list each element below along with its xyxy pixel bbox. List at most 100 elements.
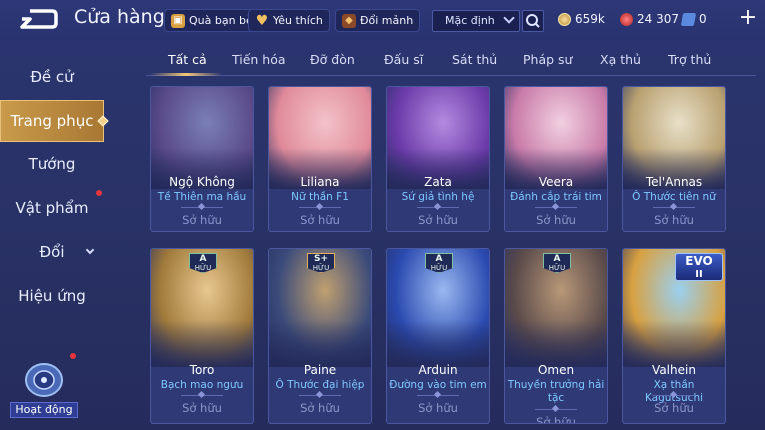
sidebar-item-label: Vật phẩm — [15, 199, 89, 217]
sidebar-item-recommended[interactable]: Đề cử — [0, 57, 104, 97]
owned-status: Sở hữu — [536, 415, 576, 424]
skin-name: Đánh cắp trái tim — [510, 191, 602, 203]
tab-label: Đỡ đòn — [310, 52, 355, 67]
owned-status: Sở hữu — [654, 213, 694, 227]
skin-card[interactable]: PaineÔ Thước đại hiệpSở hữuS+HỮU HẠN — [268, 248, 372, 424]
sidebar-item-heroes[interactable]: Tướng — [0, 144, 104, 184]
page-title: Cửa hàng — [74, 6, 165, 28]
skin-name: Đường vào tim em — [389, 379, 487, 391]
sidebar-item-skins[interactable]: Trang phục — [0, 100, 109, 142]
active-marker-icon — [97, 115, 109, 127]
card-divider — [299, 395, 341, 396]
tab-label: Tiến hóa — [232, 52, 286, 67]
tab-mage[interactable]: Pháp sư — [523, 52, 572, 67]
gold-balance: 659k — [558, 12, 605, 26]
plus-icon: + — [738, 5, 758, 30]
sidebar-item-label: Đổi — [39, 243, 65, 261]
owned-status: Sở hữu — [418, 401, 458, 415]
sidebar: Đề cử Trang phục Tướng Vật phẩm Đổi Hiệu… — [0, 40, 109, 430]
gift-friend-button[interactable]: ▣ Quà bạn bè — [164, 9, 260, 32]
owned-status: Sở hữu — [300, 213, 340, 227]
sidebar-item-effects[interactable]: Hiệu ứng — [0, 276, 104, 316]
skin-card[interactable]: ArduinĐường vào tim emSở hữuAHỮU HẠN — [386, 248, 490, 424]
sidebar-item-exchange[interactable]: Đổi — [0, 232, 104, 272]
hero-name: Tel'Annas — [645, 175, 703, 189]
tab-evolution[interactable]: Tiến hóa — [232, 52, 286, 67]
hero-name: Omen — [537, 363, 575, 377]
shard-icon: ◆ — [342, 13, 356, 28]
tab-label: Đấu sĩ — [384, 52, 424, 67]
sidebar-item-items[interactable]: Vật phẩm — [0, 188, 104, 228]
sidebar-item-label: Trang phục — [10, 112, 94, 130]
owned-status: Sở hữu — [536, 213, 576, 227]
activity-emblem-icon — [25, 363, 63, 397]
skin-card[interactable]: ToroBạch mao ngưuSở hữuAHỮU HẠN — [150, 248, 254, 424]
skin-name: Sứ giả tình hệ — [401, 191, 475, 203]
hero-name: Ngộ Không — [169, 175, 235, 189]
skin-artwork — [151, 87, 253, 189]
skin-card[interactable]: Zata Sứ giả tình hệ Sở hữu — [386, 86, 490, 232]
skin-card[interactable]: Veera Đánh cắp trái tim Sở hữu — [504, 86, 608, 232]
owned-status: Sở hữu — [182, 401, 222, 415]
notification-dot — [96, 190, 102, 196]
card-divider — [299, 207, 341, 208]
card-divider — [181, 395, 223, 396]
card-divider — [653, 207, 695, 208]
skin-artwork — [505, 87, 607, 189]
sort-dropdown[interactable]: Mặc định — [432, 10, 520, 32]
active-tab-indicator — [150, 73, 222, 76]
skin-name: Bạch mao ngưu — [160, 379, 244, 391]
gold-coin-icon — [558, 12, 571, 26]
sidebar-item-label: Hiệu ứng — [18, 287, 86, 305]
top-bar: Cửa hàng ▣ Quà bạn bè ♥ Yêu thích ◆ Đổi … — [0, 0, 765, 40]
skin-artwork — [269, 87, 371, 189]
gift-icon: ▣ — [171, 13, 185, 28]
card-divider — [417, 207, 459, 208]
card-divider — [535, 207, 577, 208]
tab-label: Trợ thủ — [668, 52, 712, 67]
skin-artwork — [623, 87, 725, 189]
sidebar-item-label: Đề cử — [30, 68, 74, 86]
tab-marksman[interactable]: Xạ thủ — [600, 52, 641, 67]
tab-fighter[interactable]: Đấu sĩ — [384, 52, 423, 67]
skin-artwork — [387, 87, 489, 189]
evo-label: EVO — [685, 254, 713, 268]
tab-label: Tất cả — [168, 52, 207, 67]
rank-letter: A — [553, 254, 561, 264]
gem-balance: 24 307 — [620, 12, 679, 26]
add-currency-button[interactable]: + — [738, 5, 758, 30]
tab-all[interactable]: Tất cả — [168, 52, 207, 67]
skin-card[interactable]: Tel'Annas Ô Thước tiên nữ Sở hữu — [622, 86, 726, 232]
search-button[interactable] — [522, 10, 544, 32]
exchange-shards-button[interactable]: ◆ Đổi mảnh — [335, 9, 421, 32]
tab-assassin[interactable]: Sát thủ — [452, 52, 497, 67]
favorites-button[interactable]: ♥ Yêu thích — [248, 9, 330, 32]
activity-button[interactable]: Hoạt động — [10, 356, 80, 418]
tab-tank[interactable]: Đỡ đòn — [310, 52, 355, 67]
skin-card[interactable]: Liliana Nữ thần F1 Sở hữu — [268, 86, 372, 232]
evo-level: II — [695, 269, 703, 280]
chevron-down-icon — [85, 245, 95, 255]
skin-name: Thuyền trưởng hải tặc — [507, 379, 605, 404]
skin-card[interactable]: Ngộ Không Tề Thiên ma hầu Sở hữu — [150, 86, 254, 232]
heart-icon: ♥ — [255, 12, 269, 29]
sort-value: Mặc định — [445, 14, 495, 27]
card-divider — [653, 395, 695, 396]
card-divider — [535, 409, 577, 410]
voucher-balance: 0 — [680, 12, 707, 26]
card-divider — [181, 207, 223, 208]
evo-badge: EVO II — [675, 253, 723, 281]
tab-label: Sát thủ — [452, 52, 498, 67]
back-arrow-icon — [20, 9, 58, 29]
tab-label: Pháp sư — [523, 52, 573, 67]
rank-letter: S+ — [313, 254, 329, 264]
skin-card[interactable]: OmenThuyền trưởng hải tặcSở hữuAHỮU HẠN — [504, 248, 608, 424]
rank-letter: A — [435, 254, 443, 264]
hero-name: Zata — [424, 175, 452, 189]
back-button[interactable] — [16, 8, 60, 30]
hero-name: Valhein — [652, 363, 696, 377]
skin-card[interactable]: Valhein Xạ thần Kagutsuchi Sở hữu EVO II — [622, 248, 726, 424]
sidebar-item-label: Tướng — [28, 155, 76, 173]
gem-amount: 24 307 — [637, 12, 679, 26]
tab-support[interactable]: Trợ thủ — [668, 52, 711, 67]
